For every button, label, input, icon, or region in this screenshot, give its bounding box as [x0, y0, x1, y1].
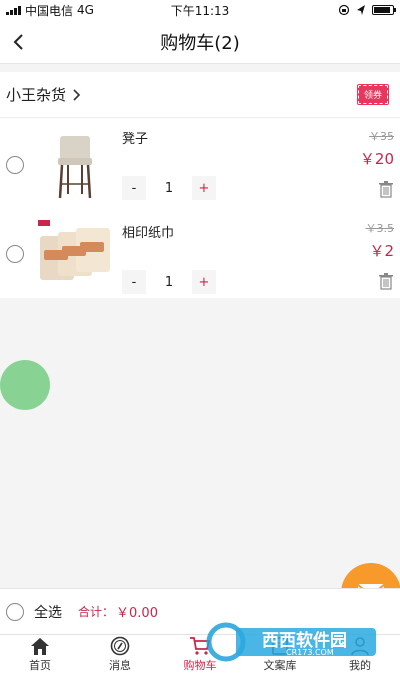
status-right	[338, 4, 396, 16]
total-value: ￥0.00	[116, 606, 158, 621]
increase-button[interactable]: +	[192, 270, 216, 294]
nav-bar: 购物车(2)	[0, 20, 400, 64]
decrease-button[interactable]: -	[122, 176, 146, 200]
rotation-lock-icon	[338, 4, 350, 16]
trash-icon[interactable]	[378, 180, 394, 198]
shop-header[interactable]: 小王杂货 领券	[0, 72, 400, 118]
floating-assist-button[interactable]	[0, 360, 50, 410]
back-icon[interactable]	[6, 28, 34, 56]
item-checkbox[interactable]	[6, 245, 24, 263]
quantity-stepper: - 1 +	[122, 176, 216, 200]
status-bar: 中国电信 4G 下午11:13	[0, 0, 400, 20]
cart-item: 相印纸巾 ￥3.5 ￥2 - 1 +	[0, 210, 400, 298]
tissue-image	[38, 220, 110, 280]
quantity-value[interactable]: 1	[146, 181, 192, 196]
trash-icon[interactable]	[378, 272, 394, 290]
signal-icon	[6, 5, 21, 15]
watermark-sub: CR173.COM	[286, 648, 334, 657]
tab-messages[interactable]: 消息	[80, 635, 160, 674]
quantity-stepper: - 1 +	[122, 270, 216, 294]
coupon-button[interactable]: 领券	[356, 84, 390, 105]
carrier-label: 中国电信	[25, 3, 74, 18]
battery-icon	[372, 5, 396, 15]
tab-home[interactable]: 首页	[0, 635, 80, 674]
network-label: 4G	[77, 3, 94, 17]
stool-image	[58, 136, 92, 199]
quantity-value[interactable]: 1	[146, 275, 192, 290]
total-label: 合计：	[78, 605, 115, 619]
item-name[interactable]: 相印纸巾	[122, 222, 174, 241]
item-price: ￥20	[359, 150, 394, 168]
increase-button[interactable]: +	[192, 176, 216, 200]
item-old-price: ￥35	[369, 130, 394, 143]
status-left: 中国电信 4G	[6, 2, 94, 19]
compass-icon	[110, 636, 130, 656]
tab-label: 消息	[109, 659, 131, 672]
cart-item: 凳子 ￥35 ￥20 - 1 +	[0, 118, 400, 210]
watermark: 西西软件园 CR173.COM	[206, 620, 382, 664]
shop-card: 小王杂货 领券 凳子 ￥35 ￥20 - 1 + 相印纸巾 ￥3.5 ￥2 - …	[0, 72, 400, 298]
item-checkbox[interactable]	[6, 156, 24, 174]
item-old-price: ￥3.5	[365, 222, 395, 235]
select-all-checkbox[interactable]	[6, 602, 24, 621]
item-price: ￥2	[369, 242, 394, 260]
tab-label: 首页	[29, 659, 51, 672]
location-icon	[357, 5, 365, 15]
item-name[interactable]: 凳子	[122, 128, 148, 147]
decrease-button[interactable]: -	[122, 270, 146, 294]
page-title: 购物车(2)	[160, 32, 240, 54]
select-all-label[interactable]: 全选	[34, 602, 62, 622]
shop-name[interactable]: 小王杂货	[6, 84, 66, 105]
home-icon	[31, 638, 49, 655]
chevron-right-icon	[73, 88, 81, 101]
